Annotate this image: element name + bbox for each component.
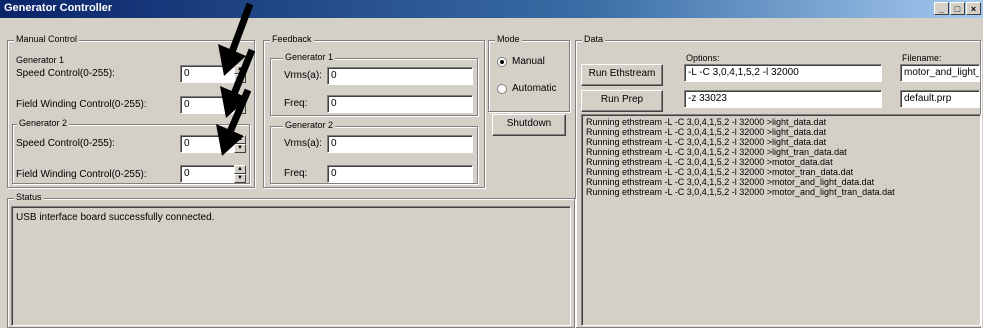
automatic-radio-label[interactable]: Automatic <box>512 83 556 94</box>
fb1-freq-label: Freq: <box>284 98 308 109</box>
options-label: Options: <box>686 53 720 63</box>
log-line: Running ethstream -L -C 3,0,4,1,5,2 -l 3… <box>586 137 827 147</box>
run-ethstream-button[interactable]: Run Ethstream <box>581 64 663 86</box>
fb2-freq-label: Freq: <box>284 168 308 179</box>
gen2-speed-label: Speed Control(0-255): <box>16 138 115 149</box>
filename-label: Filename: <box>902 53 942 63</box>
prep-options-input[interactable]: -z 33023 <box>684 90 882 108</box>
manual-radio-label[interactable]: Manual <box>512 56 545 67</box>
gen2-field-spinner[interactable]: ▲ ▼ <box>234 165 246 183</box>
log-line: Running ethstream -L -C 3,0,4,1,5,2 -l 3… <box>586 157 833 167</box>
gen1-speed-label: Speed Control(0-255): <box>16 68 115 79</box>
ethstream-options-input[interactable]: -L -C 3,0,4,1,5,2 -l 32000 <box>684 64 882 82</box>
log-line: Running ethstream -L -C 3,0,4,1,5,2 -l 3… <box>586 147 847 157</box>
feedback-gen2-label: Generator 2 <box>283 120 336 130</box>
fb2-freq-field: 0 <box>327 165 473 183</box>
gen2-field-label: Field Winding Control(0-255): <box>16 169 147 180</box>
window-title: Generator Controller <box>4 2 113 14</box>
status-panel: USB interface board successfully connect… <box>11 206 571 326</box>
data-label: Data <box>582 34 606 44</box>
spin-down-icon[interactable]: ▼ <box>234 174 246 183</box>
title-bar: Generator Controller _ □ × <box>0 0 983 18</box>
mode-label: Mode <box>495 34 522 44</box>
data-log[interactable]: Running ethstream -L -C 3,0,4,1,5,2 -l 3… <box>581 114 981 326</box>
spin-up-icon[interactable]: ▲ <box>234 165 246 174</box>
annotation-arrow-3 <box>216 88 252 156</box>
generator1-label: Generator 1 <box>16 55 65 65</box>
log-line: Running ethstream -L -C 3,0,4,1,5,2 -l 3… <box>586 187 895 197</box>
manual-radio[interactable] <box>497 57 507 67</box>
maximize-button[interactable]: □ <box>950 2 965 15</box>
status-label: Status <box>14 192 44 202</box>
fb1-vrms-label: Vrms(a): <box>284 70 322 81</box>
shutdown-button[interactable]: Shutdown <box>492 114 566 136</box>
generator2-label: Generator 2 <box>17 118 70 128</box>
log-line: Running ethstream -L -C 3,0,4,1,5,2 -l 3… <box>586 167 854 177</box>
run-prep-button[interactable]: Run Prep <box>581 90 663 112</box>
gen2-field-input[interactable]: 0 <box>180 165 235 183</box>
fb1-vrms-field: 0 <box>327 67 473 85</box>
status-message: USB interface board successfully connect… <box>16 212 215 223</box>
window-controls: _ □ × <box>934 2 981 16</box>
automatic-radio[interactable] <box>497 84 507 94</box>
close-button[interactable]: × <box>966 2 981 15</box>
prep-filename-input[interactable]: default.prp <box>900 90 980 108</box>
fb1-freq-field: 0 <box>327 95 473 113</box>
gen1-field-label: Field Winding Control(0-255): <box>16 99 147 110</box>
fb2-vrms-field: 0 <box>327 135 473 153</box>
mode-group: Mode <box>488 34 570 112</box>
feedback-label: Feedback <box>270 34 314 44</box>
log-line: Running ethstream -L -C 3,0,4,1,5,2 -l 3… <box>586 177 875 187</box>
manual-control-label: Manual Control <box>14 34 80 44</box>
feedback-gen1-label: Generator 1 <box>283 52 336 62</box>
ethstream-filename-input[interactable]: motor_and_light_ <box>900 64 980 82</box>
log-line: Running ethstream -L -C 3,0,4,1,5,2 -l 3… <box>586 127 827 137</box>
log-line: Running ethstream -L -C 3,0,4,1,5,2 -l 3… <box>586 117 827 127</box>
minimize-button[interactable]: _ <box>934 2 949 15</box>
fb2-vrms-label: Vrms(a): <box>284 138 322 149</box>
